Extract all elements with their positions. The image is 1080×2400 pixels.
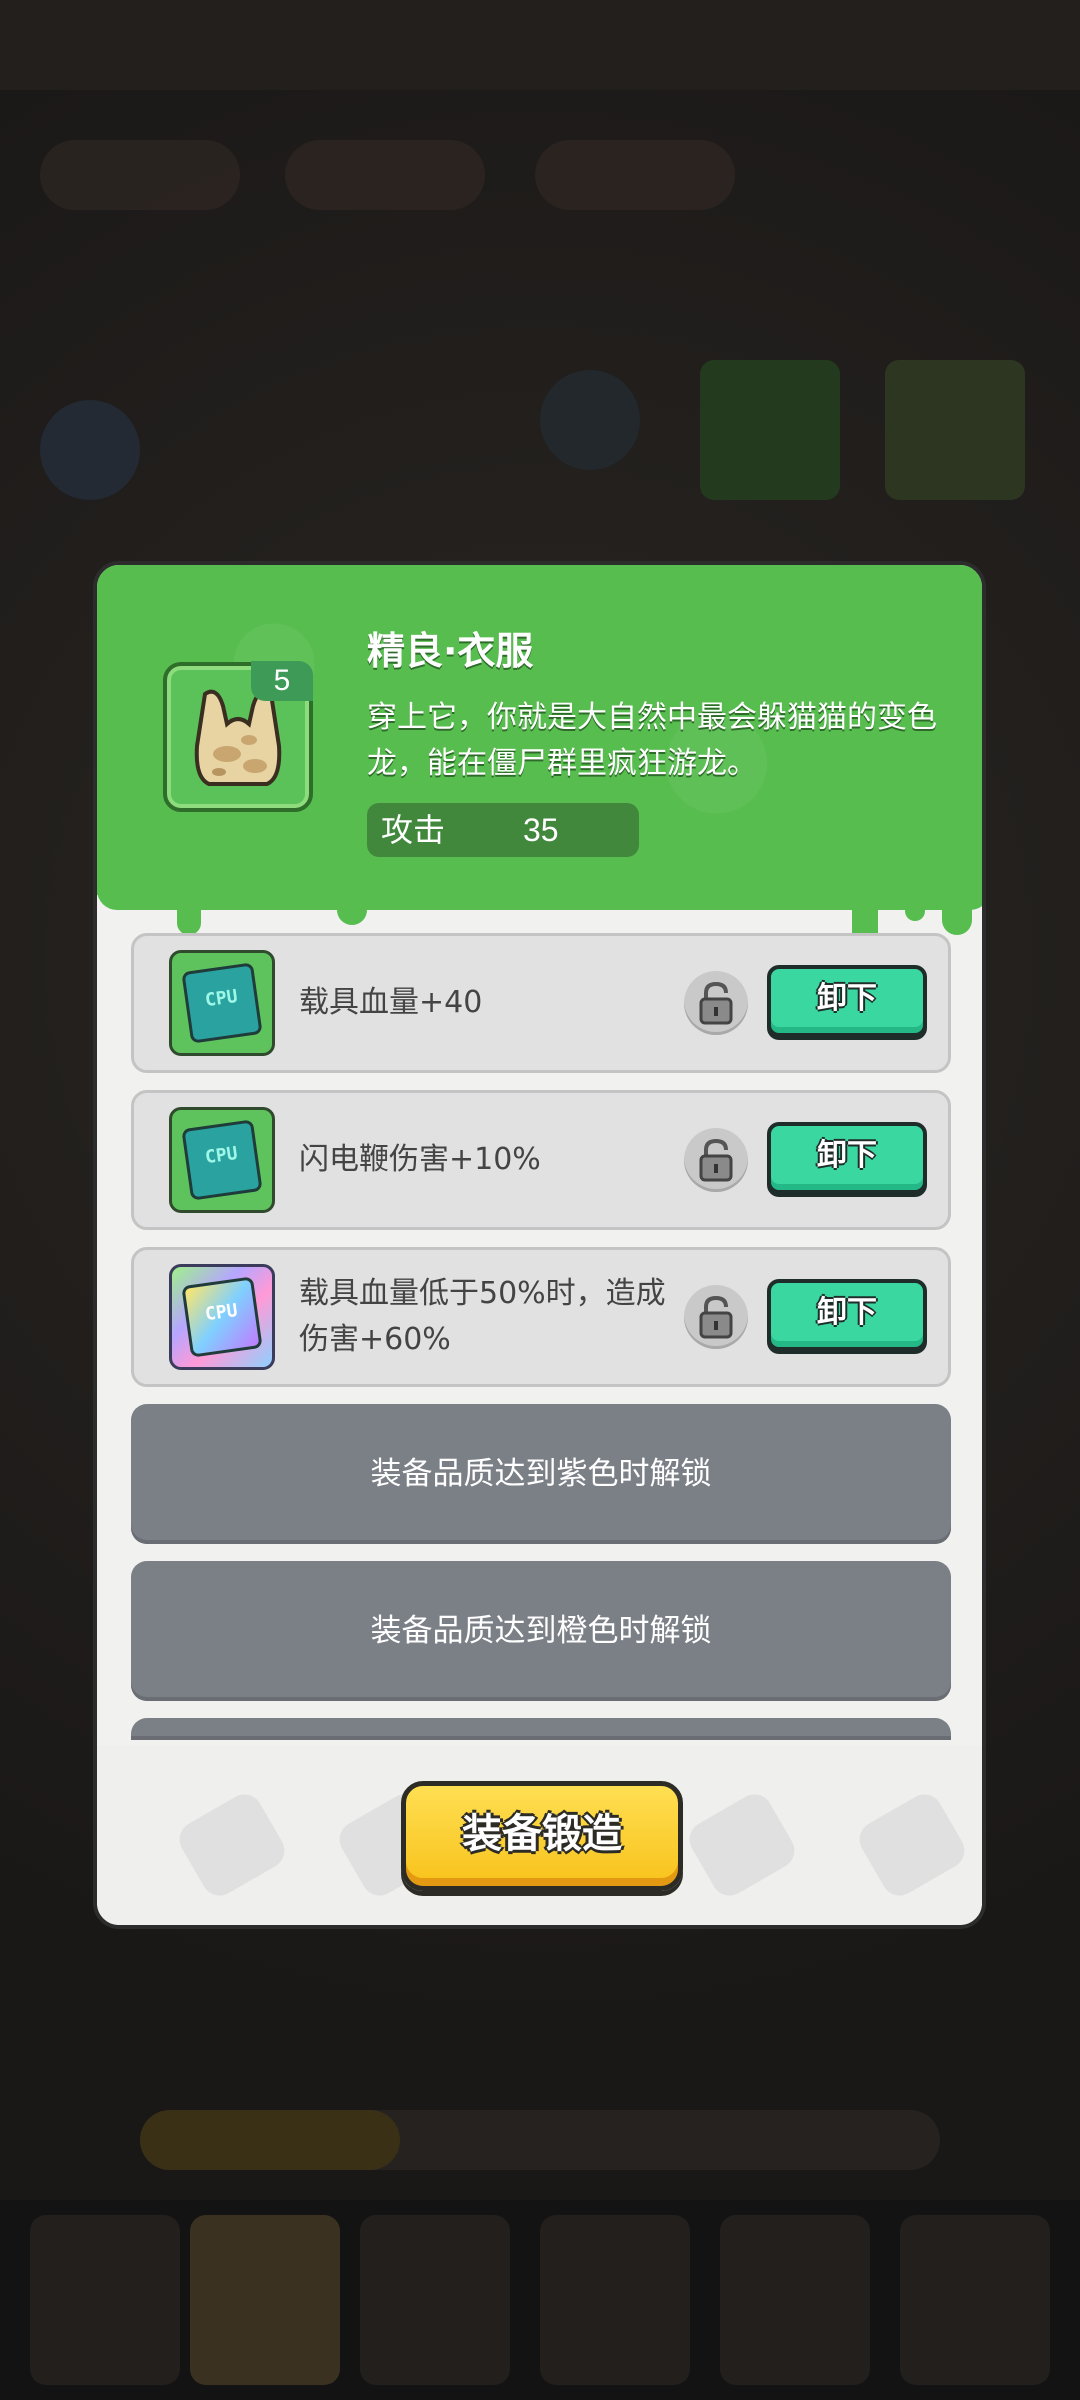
affix-text: 闪电鞭伤害+10% <box>299 1142 541 1177</box>
header-drip <box>337 895 367 925</box>
background-tile <box>700 360 840 500</box>
background-hud-left <box>40 140 240 210</box>
background-nav-item <box>900 2215 1050 2385</box>
item-title: 精良·衣服 <box>367 629 534 673</box>
unlocked-padlock-icon[interactable] <box>684 1128 748 1192</box>
background-tile <box>885 360 1025 500</box>
background-nav-item <box>540 2215 690 2385</box>
locked-slot-orange: 装备品质达到橙色时解锁 <box>131 1561 951 1701</box>
unlocked-padlock-icon[interactable] <box>684 971 748 1035</box>
equipment-forge-button[interactable]: 装备锻造 <box>401 1781 683 1891</box>
background-hud-right <box>535 140 735 210</box>
background-progress-fill <box>140 2110 400 2170</box>
background-top-bar <box>0 0 1080 90</box>
unequip-button[interactable]: 卸下 <box>767 965 927 1037</box>
locked-slot-partial <box>131 1718 951 1740</box>
header-drip <box>942 895 972 935</box>
unlocked-padlock-icon[interactable] <box>684 1285 748 1349</box>
background-nav-item <box>190 2215 340 2385</box>
background-nav-item <box>30 2215 180 2385</box>
affix-row: CPU 载具血量+40 卸下 <box>131 933 951 1073</box>
background-tile <box>540 370 640 470</box>
stat-value: 35 <box>523 812 559 848</box>
affix-row: CPU 载具血量低于50%时，造成伤害+60% 卸下 <box>131 1247 951 1387</box>
stat-label: 攻击 <box>381 811 446 849</box>
item-description: 穿上它，你就是大自然中最会躲猫猫的变色龙，能在僵尸群里疯狂游龙。 <box>367 700 937 781</box>
header-drip <box>177 895 201 935</box>
affix-row: CPU 闪电鞭伤害+10% 卸下 <box>131 1090 951 1230</box>
affix-text: 载具血量+40 <box>299 985 483 1020</box>
header-drip <box>905 901 925 921</box>
background-tile <box>40 400 140 500</box>
background-nav-item <box>360 2215 510 2385</box>
background-hud-center <box>285 140 485 210</box>
unequip-button[interactable]: 卸下 <box>767 1279 927 1351</box>
rainbow-cpu-chip-icon: CPU <box>169 1264 275 1370</box>
affix-text: 载具血量低于50%时，造成伤害+60% <box>299 1276 666 1357</box>
attack-stat: 攻击 35 <box>367 803 639 857</box>
cpu-chip-icon: CPU <box>169 1107 275 1213</box>
locked-slot-purple: 装备品质达到紫色时解锁 <box>131 1404 951 1544</box>
unequip-button[interactable]: 卸下 <box>767 1122 927 1194</box>
cpu-chip-icon: CPU <box>169 950 275 1056</box>
item-level-badge: 5 <box>251 661 313 701</box>
background-nav-item <box>720 2215 870 2385</box>
equipment-detail-panel: 5 精良·衣服 穿上它，你就是大自然中最会躲猫猫的变色龙，能在僵尸群里疯狂游龙。… <box>93 561 986 1929</box>
